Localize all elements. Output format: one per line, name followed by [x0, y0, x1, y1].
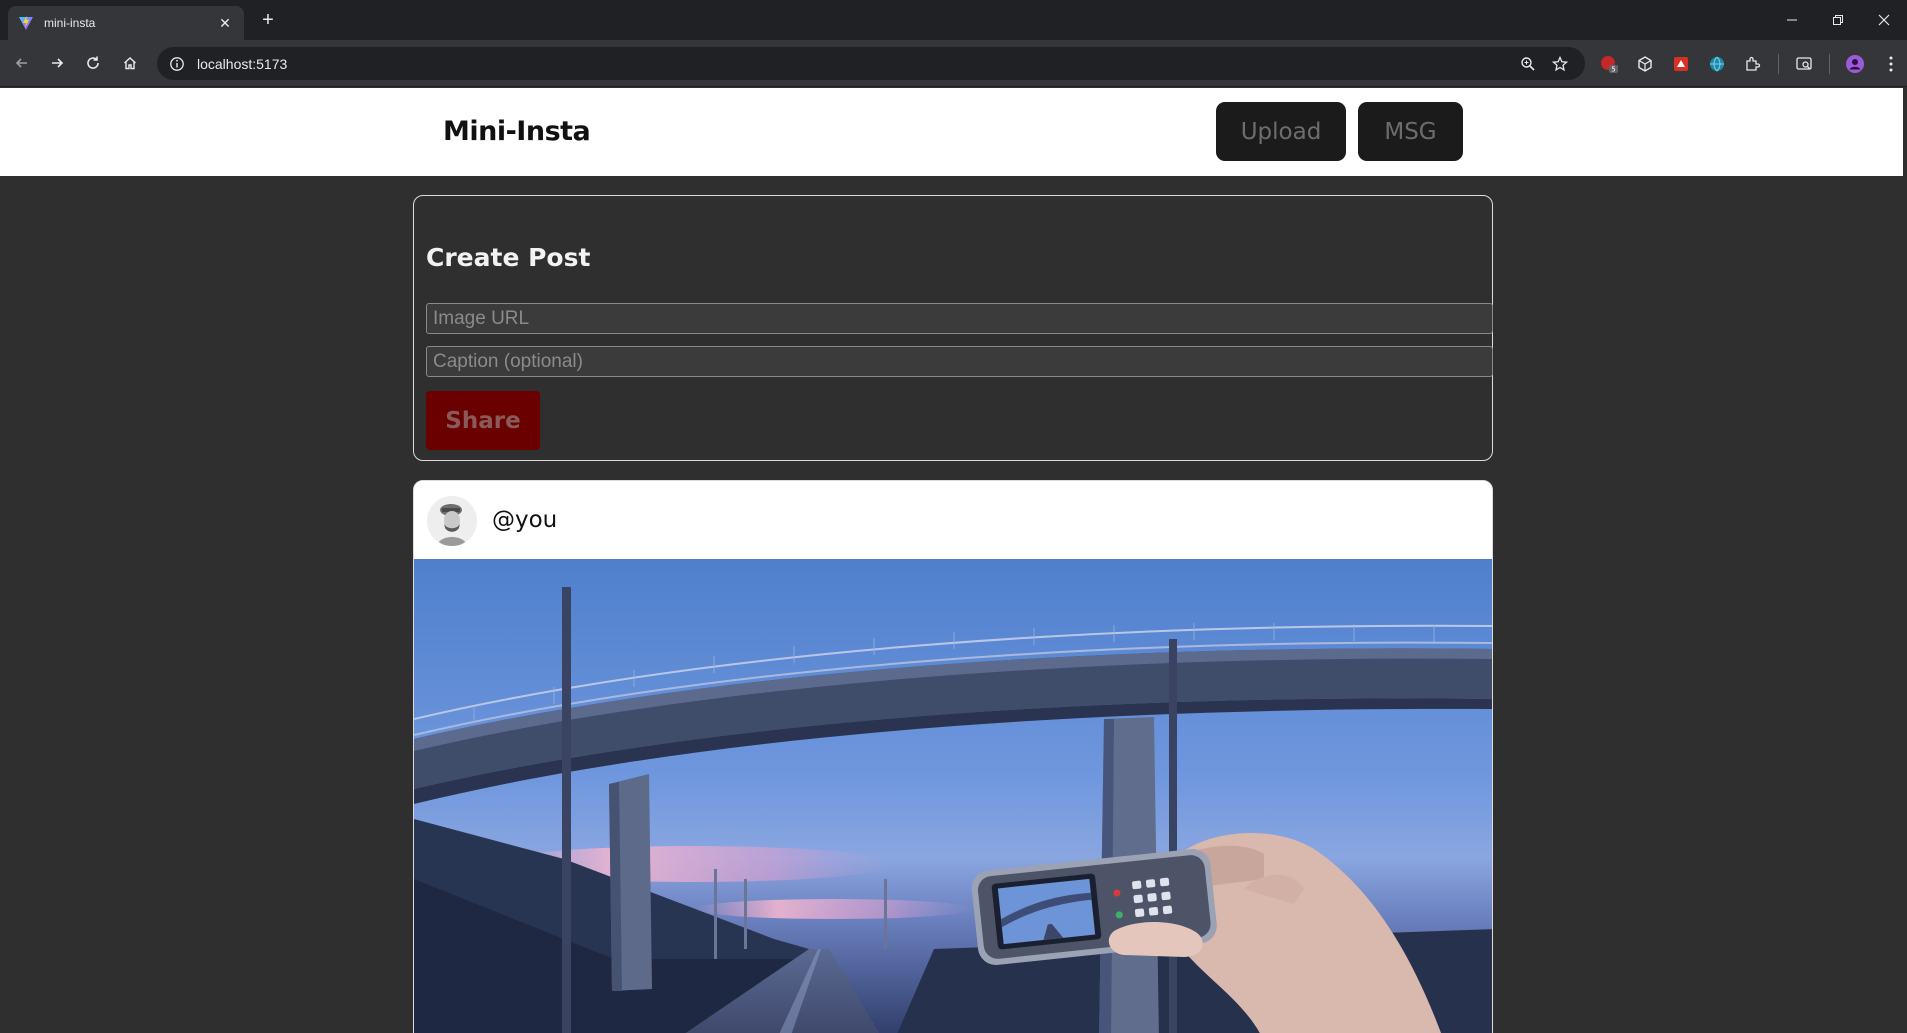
restore-icon[interactable] — [1815, 0, 1861, 40]
new-tab-button[interactable]: + — [254, 8, 282, 32]
tab-close-icon[interactable]: ✕ — [216, 15, 234, 32]
upload-button[interactable]: Upload — [1216, 102, 1346, 161]
toolbar-separator — [1778, 53, 1779, 74]
create-post-title: Create Post — [426, 243, 591, 272]
extension-globe-icon[interactable] — [1706, 53, 1728, 75]
post-header: @you — [414, 481, 1492, 559]
extension-red-square-icon[interactable] — [1670, 53, 1692, 75]
zoom-icon[interactable] — [1515, 51, 1541, 77]
page-viewport: Mini-Insta Upload MSG Create Post Share … — [0, 88, 1907, 1033]
scrollbar-edge — [1903, 88, 1905, 176]
site-info-icon[interactable] — [169, 56, 185, 72]
extensions-area: 5 — [1598, 50, 1907, 77]
address-bar[interactable]: localhost:5173 — [157, 47, 1585, 80]
msg-button[interactable]: MSG — [1358, 102, 1463, 161]
app-logo[interactable]: Mini-Insta — [443, 116, 591, 147]
home-icon[interactable] — [117, 50, 143, 76]
extension-red-badge-icon[interactable]: 5 — [1598, 53, 1620, 75]
image-url-input[interactable] — [426, 303, 1493, 334]
app-header: Mini-Insta Upload MSG — [0, 88, 1905, 176]
share-button[interactable]: Share — [426, 391, 540, 450]
avatar[interactable] — [427, 496, 477, 546]
window-controls — [1769, 0, 1907, 40]
svg-text:5: 5 — [1611, 65, 1615, 73]
browser-menu-icon[interactable] — [1880, 53, 1902, 75]
create-post-card: Create Post Share — [413, 195, 1493, 461]
close-window-icon[interactable] — [1861, 0, 1907, 40]
caption-input[interactable] — [426, 346, 1493, 377]
post-username[interactable]: @you — [492, 507, 557, 533]
extensions-puzzle-icon[interactable] — [1742, 53, 1764, 75]
forward-icon[interactable] — [44, 50, 70, 76]
back-icon[interactable] — [9, 50, 35, 76]
bookmark-star-icon[interactable] — [1547, 51, 1573, 77]
minimize-icon[interactable] — [1769, 0, 1815, 40]
browser-tab[interactable]: mini-insta ✕ — [8, 6, 244, 40]
profile-avatar-icon[interactable] — [1844, 53, 1866, 75]
url-text[interactable]: localhost:5173 — [197, 56, 1509, 72]
post-image[interactable] — [414, 559, 1493, 1033]
toolbar-separator — [1829, 53, 1830, 74]
reload-icon[interactable] — [80, 50, 106, 76]
browser-toolbar: localhost:5173 5 — [0, 40, 1907, 87]
browser-tab-strip: mini-insta ✕ + — [0, 0, 1907, 40]
post-card: @you — [413, 480, 1493, 1033]
extension-cube-icon[interactable] — [1634, 53, 1656, 75]
tab-search-icon[interactable] — [1793, 53, 1815, 75]
tab-title: mini-insta — [44, 16, 96, 30]
vite-favicon-icon — [19, 16, 33, 30]
